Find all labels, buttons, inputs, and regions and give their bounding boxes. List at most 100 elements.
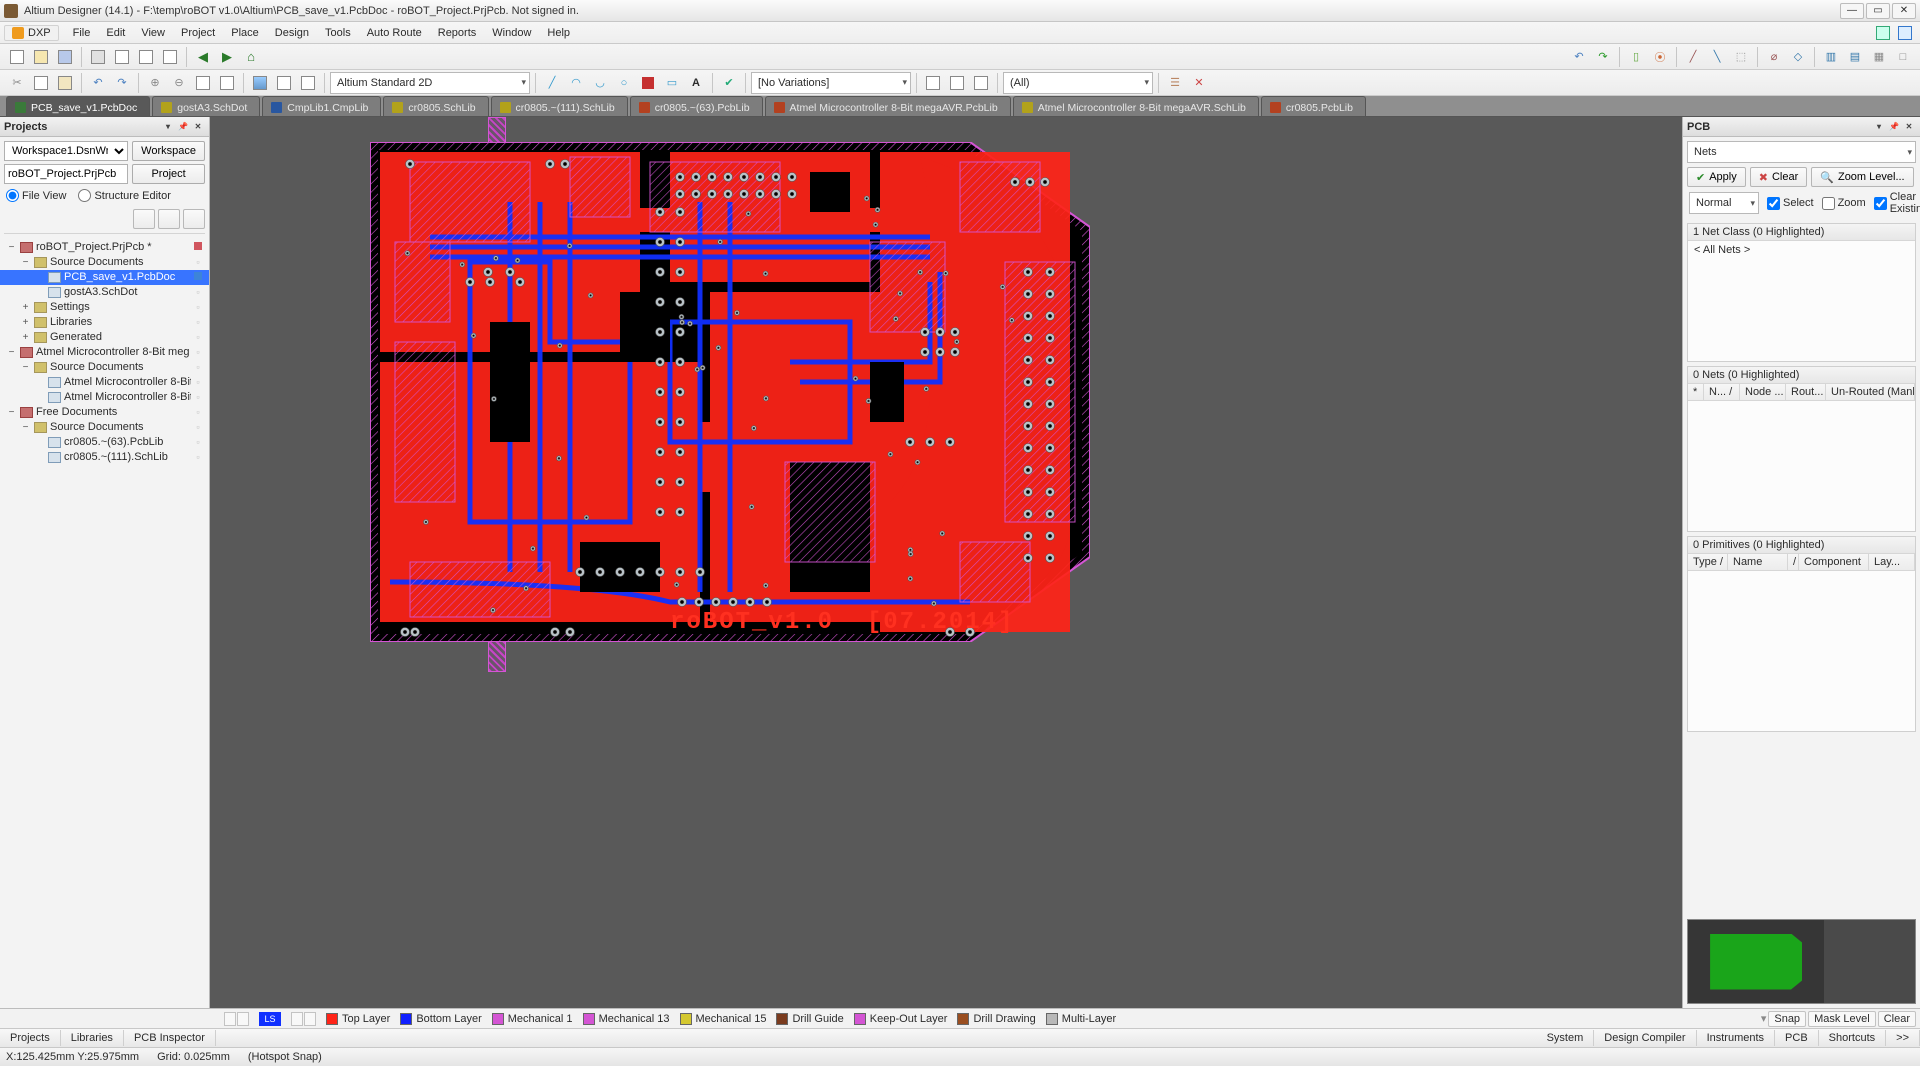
editor-tab[interactable]: Atmel Microcontroller 8-Bit megaAVR.SchL… (1013, 96, 1259, 116)
editor-tab[interactable]: PCB_save_v1.PcbDoc (6, 96, 150, 116)
redo2-button[interactable]: ↷ (111, 72, 133, 94)
tool-btn-k[interactable]: □ (1892, 46, 1914, 68)
editor-tab[interactable]: cr0805.SchLib (383, 96, 488, 116)
zoom-in-button[interactable]: ⊕ (144, 72, 166, 94)
tree-node[interactable]: Atmel Microcontroller 8-Bit▫ (0, 390, 209, 405)
snap-button[interactable] (273, 72, 295, 94)
panel-dropdown[interactable]: ▾ (161, 120, 175, 134)
tree-node[interactable]: −Source Documents▫ (0, 360, 209, 375)
menu-reports[interactable]: Reports (430, 24, 485, 42)
tool2-b[interactable] (946, 72, 968, 94)
undo-button[interactable]: ↶ (1568, 46, 1590, 68)
layer-seek[interactable] (224, 1012, 249, 1026)
project-button[interactable]: Project (132, 164, 205, 184)
structure-editor-radio[interactable]: Structure Editor (78, 189, 170, 202)
tree-node[interactable]: PCB_save_v1.PcbDoc (0, 270, 209, 285)
select-checkbox[interactable]: Select (1767, 197, 1814, 210)
place-circ-button[interactable]: ○ (613, 72, 635, 94)
place-text-button[interactable]: A (685, 72, 707, 94)
pcb-board[interactable]: roBOT_v1.0 [07.2014] (370, 142, 1090, 642)
board-minimap[interactable] (1687, 919, 1916, 1004)
dxp-menu[interactable]: DXP (4, 25, 59, 41)
clear-existing-checkbox[interactable]: Clear Existing (1874, 191, 1920, 215)
bottom-tab[interactable]: Projects (0, 1030, 61, 1046)
tree-node[interactable]: −Source Documents▫ (0, 255, 209, 270)
tool-btn-h[interactable]: ▥ (1820, 46, 1842, 68)
snap-pill[interactable]: Snap (1768, 1011, 1806, 1027)
place-arc2-button[interactable]: ◡ (589, 72, 611, 94)
menu-place[interactable]: Place (223, 24, 267, 42)
redo-button[interactable]: ↷ (1592, 46, 1614, 68)
tree-node[interactable]: −roBOT_Project.PrjPcb * (0, 240, 209, 255)
undo2-button[interactable]: ↶ (87, 72, 109, 94)
menu-extra-1[interactable] (1872, 22, 1894, 44)
tree-node[interactable]: gostA3.SchDot▫ (0, 285, 209, 300)
editor-tab[interactable]: cr0805.PcbLib (1261, 96, 1366, 116)
menu-window[interactable]: Window (484, 24, 539, 42)
tree-node[interactable]: −Free Documents▫ (0, 405, 209, 420)
open-button[interactable] (30, 46, 52, 68)
zoom-fit-button[interactable] (159, 46, 181, 68)
tree-btn-3[interactable] (183, 209, 205, 229)
tree-btn-1[interactable] (133, 209, 155, 229)
print-button[interactable] (87, 46, 109, 68)
layer-tab[interactable]: Bottom Layer (400, 1013, 481, 1025)
maximize-button[interactable]: ▭ (1866, 3, 1890, 19)
close-button[interactable]: ✕ (1892, 3, 1916, 19)
nav-home-button[interactable]: ⌂ (240, 46, 262, 68)
bottom-tab[interactable]: System (1537, 1030, 1595, 1046)
tool-btn-b[interactable]: ⦿ (1649, 46, 1671, 68)
layer-tab[interactable]: Mechanical 13 (583, 1013, 670, 1025)
layer-tab[interactable]: Drill Guide (776, 1013, 843, 1025)
tool2-c[interactable] (970, 72, 992, 94)
menu-view[interactable]: View (133, 24, 173, 42)
cut-button[interactable]: ✂ (6, 72, 28, 94)
tool-btn-d[interactable]: ╲ (1706, 46, 1728, 68)
fit-button[interactable] (192, 72, 214, 94)
apply-button[interactable]: ✔Apply (1687, 167, 1746, 187)
editor-tab[interactable]: Atmel Microcontroller 8-Bit megaAVR.PcbL… (765, 96, 1011, 116)
copy-button[interactable] (30, 72, 52, 94)
mask-level-pill[interactable]: Mask Level (1808, 1011, 1876, 1027)
file-view-radio[interactable]: File View (6, 189, 66, 202)
clear-mask-btn[interactable]: ✕ (1188, 72, 1210, 94)
editor-tab[interactable]: cr0805.~(111).SchLib (491, 96, 628, 116)
editor-tab[interactable]: CmpLib1.CmpLib (262, 96, 381, 116)
zoom-checkbox[interactable]: Zoom (1822, 197, 1866, 210)
tb2-extra[interactable] (216, 72, 238, 94)
editor-tab[interactable]: gostA3.SchDot (152, 96, 260, 116)
menu-tools[interactable]: Tools (317, 24, 359, 42)
grid-button[interactable] (297, 72, 319, 94)
place-fill-button[interactable] (637, 72, 659, 94)
tool2-a[interactable] (922, 72, 944, 94)
tree-node[interactable]: Atmel Microcontroller 8-Bit▫ (0, 375, 209, 390)
tree-node[interactable]: cr0805.~(111).SchLib▫ (0, 450, 209, 465)
pcb-panel-pin[interactable]: 📌 (1887, 120, 1901, 134)
menu-edit[interactable]: Edit (98, 24, 133, 42)
tree-node[interactable]: +Generated▫ (0, 330, 209, 345)
workspace-button[interactable]: Workspace (132, 141, 205, 161)
menu-project[interactable]: Project (173, 24, 223, 42)
new-doc-button[interactable] (6, 46, 28, 68)
panel-pin[interactable]: 📌 (176, 120, 190, 134)
drc-button[interactable]: ✔ (718, 72, 740, 94)
bottom-tab[interactable]: Shortcuts (1819, 1030, 1886, 1046)
editor-tab[interactable]: cr0805.~(63).PcbLib (630, 96, 763, 116)
layer-set-badge[interactable]: LS (259, 1012, 281, 1026)
primitives-list[interactable]: 0 Primitives (0 Highlighted) Type /Name/… (1687, 536, 1916, 732)
bottom-tab[interactable]: Instruments (1697, 1030, 1775, 1046)
workspace-select[interactable]: Workspace1.DsnWrk (4, 141, 128, 161)
bottom-tab[interactable]: Design Compiler (1594, 1030, 1696, 1046)
tool-btn-i[interactable]: ▤ (1844, 46, 1866, 68)
layer-tab[interactable]: Mechanical 1 (492, 1013, 573, 1025)
mask-btn[interactable]: ☰ (1164, 72, 1186, 94)
bottom-tab[interactable]: >> (1886, 1030, 1920, 1046)
layer-tab[interactable]: Drill Drawing (957, 1013, 1035, 1025)
bottom-tab[interactable]: PCB Inspector (124, 1030, 216, 1046)
tree-node[interactable]: −Atmel Microcontroller 8-Bit meg▫ (0, 345, 209, 360)
preview-button[interactable] (111, 46, 133, 68)
nav-back-button[interactable]: ◀ (192, 46, 214, 68)
paste-button[interactable] (54, 72, 76, 94)
normal-select[interactable]: Normal (1689, 192, 1759, 214)
tree-node[interactable]: +Libraries▫ (0, 315, 209, 330)
